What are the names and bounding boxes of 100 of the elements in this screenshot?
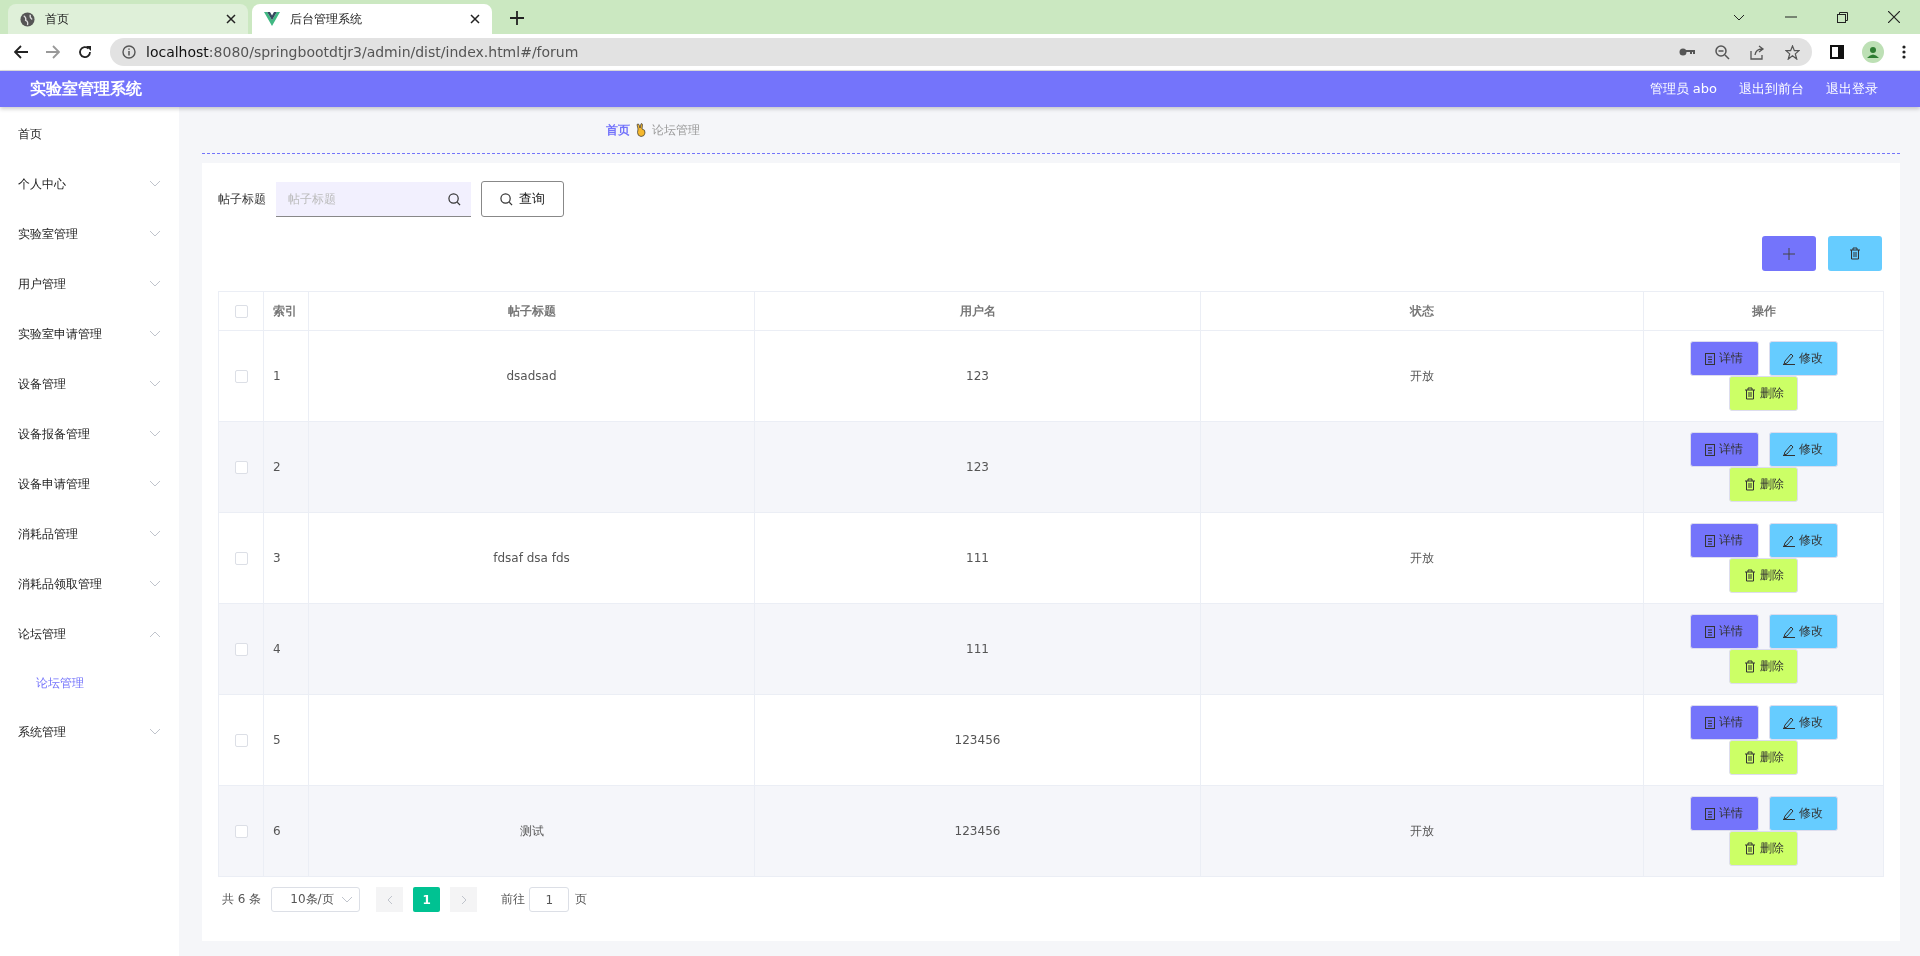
menu-item[interactable]: 消耗品管理 <box>0 509 179 559</box>
app-title: 实验室管理系统 <box>30 78 142 100</box>
delete-button[interactable]: 删除 <box>1729 740 1798 775</box>
menu-item[interactable]: 个人中心 <box>0 159 179 209</box>
table-cell: 111 <box>966 551 989 565</box>
chevron-down-icon <box>149 380 161 388</box>
key-icon[interactable] <box>1679 47 1695 57</box>
document-icon <box>1705 534 1715 547</box>
column-header: 索引 <box>273 303 297 318</box>
table-cell: 4 <box>273 642 281 656</box>
delete-button[interactable]: 删除 <box>1729 467 1798 502</box>
more-icon[interactable] <box>1902 45 1906 59</box>
delete-button[interactable]: 删除 <box>1729 558 1798 593</box>
info-icon[interactable] <box>122 45 136 59</box>
url-text: localhost:8080/springbootdtjr3/admin/dist/index.html#/forum <box>146 44 579 60</box>
page-suffix: 页 <box>575 891 588 908</box>
table-cell: 123 <box>966 369 989 383</box>
menu-item[interactable]: 设备报备管理 <box>0 409 179 459</box>
menu-item[interactable]: 实验室申请管理 <box>0 309 179 359</box>
column-header: 用户名 <box>959 303 996 318</box>
jump-label: 前往 <box>501 891 526 908</box>
detail-button[interactable]: 详情 <box>1689 341 1759 376</box>
back-icon[interactable] <box>14 45 28 59</box>
page-size-select[interactable]: 10条/页 <box>271 887 361 912</box>
chevron-down-icon <box>149 430 161 438</box>
table-cell: 1 <box>273 369 281 383</box>
edit-button[interactable]: 修改 <box>1768 523 1838 558</box>
menu-item[interactable]: 系统管理 <box>0 707 179 757</box>
search-button[interactable]: 查询 <box>481 181 564 217</box>
chevron-down-icon <box>149 330 161 338</box>
forward-icon[interactable] <box>46 45 60 59</box>
pencil-icon <box>1783 352 1795 365</box>
address-bar[interactable]: localhost:8080/springbootdtjr3/admin/dist/index.html#/forum <box>110 38 1812 66</box>
menu-item[interactable]: 设备管理 <box>0 359 179 409</box>
new-tab-icon[interactable] <box>510 11 524 25</box>
table-cell: 开放 <box>1410 823 1434 838</box>
checkbox[interactable] <box>234 734 248 747</box>
chevron-down-icon <box>149 280 161 288</box>
side-panel-icon[interactable] <box>1830 45 1844 59</box>
edit-button[interactable]: 修改 <box>1768 341 1838 376</box>
browser-tab[interactable]: 首页 <box>8 4 248 34</box>
edit-button[interactable]: 修改 <box>1768 614 1838 649</box>
checkbox[interactable] <box>234 370 248 383</box>
table-cell: 123456 <box>954 824 1001 838</box>
checkbox[interactable] <box>234 305 248 318</box>
table-cell: 2 <box>273 460 281 474</box>
share-icon[interactable] <box>1750 44 1765 60</box>
document-icon <box>1705 625 1715 638</box>
delete-button[interactable]: 删除 <box>1729 649 1798 684</box>
edit-button[interactable]: 修改 <box>1768 432 1838 467</box>
menu-item[interactable]: 首页 <box>0 109 179 159</box>
delete-button[interactable]: 删除 <box>1729 376 1798 411</box>
edit-button[interactable]: 修改 <box>1768 705 1838 740</box>
star-icon[interactable] <box>1785 44 1800 60</box>
document-icon <box>1705 352 1715 365</box>
table-cell: 3 <box>273 551 281 565</box>
table-cell: fdsaf dsa fds <box>493 551 570 565</box>
globe-icon <box>20 11 35 27</box>
trash-icon <box>1849 247 1861 260</box>
detail-button[interactable]: 详情 <box>1689 705 1759 740</box>
profile-icon[interactable] <box>1862 41 1884 63</box>
table-cell: 开放 <box>1410 550 1434 565</box>
menu-item[interactable]: 论坛管理 <box>0 609 179 659</box>
detail-button[interactable]: 详情 <box>1689 614 1759 649</box>
submenu-item[interactable]: 论坛管理 <box>0 659 179 707</box>
table-cell: 5 <box>273 733 281 747</box>
header-link[interactable]: 退出登录 <box>1826 80 1878 98</box>
column-header: 状态 <box>1410 303 1434 318</box>
trash-icon <box>1743 751 1756 764</box>
pencil-icon <box>1783 443 1795 456</box>
delete-button[interactable]: 删除 <box>1729 831 1798 866</box>
close-icon[interactable] <box>470 14 480 24</box>
chevron-down-icon[interactable] <box>1733 13 1745 21</box>
menu-item[interactable]: 消耗品领取管理 <box>0 559 179 609</box>
search-field[interactable]: 帖子标题 <box>276 181 471 217</box>
menu-item[interactable]: 实验室管理 <box>0 209 179 259</box>
detail-button[interactable]: 详情 <box>1689 523 1759 558</box>
browser-tab[interactable]: 后台管理系统 <box>252 4 492 34</box>
document-icon <box>1705 443 1715 456</box>
close-icon[interactable] <box>226 14 236 24</box>
page-input[interactable]: 1 <box>529 887 570 912</box>
checkbox[interactable] <box>234 461 248 474</box>
detail-button[interactable]: 详情 <box>1689 796 1759 831</box>
menu-item[interactable]: 用户管理 <box>0 259 179 309</box>
chevron-down-icon <box>149 180 161 188</box>
close-icon[interactable] <box>1888 11 1900 23</box>
menu-item[interactable]: 设备申请管理 <box>0 459 179 509</box>
checkbox[interactable] <box>234 552 248 565</box>
checkbox[interactable] <box>234 825 248 838</box>
restore-icon[interactable] <box>1837 11 1848 23</box>
table-cell: 开放 <box>1410 368 1434 383</box>
edit-button[interactable]: 修改 <box>1768 796 1838 831</box>
user-name: 管理员 abo <box>1649 80 1717 98</box>
plus-icon <box>1783 247 1795 260</box>
reload-icon[interactable] <box>78 45 92 59</box>
detail-button[interactable]: 详情 <box>1689 432 1759 467</box>
checkbox[interactable] <box>234 643 248 656</box>
header-link[interactable]: 退出到前台 <box>1739 80 1804 98</box>
table-cell: 123456 <box>954 733 1001 747</box>
zoom-out-icon[interactable] <box>1715 44 1730 60</box>
